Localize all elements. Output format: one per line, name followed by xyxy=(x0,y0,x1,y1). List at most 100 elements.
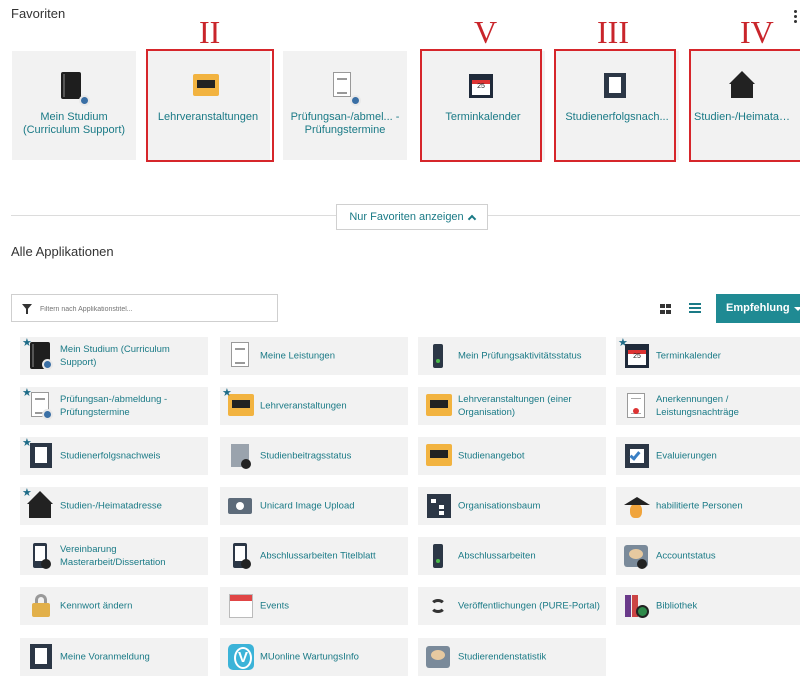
app-events[interactable]: Events xyxy=(220,587,408,625)
annotation-label: III xyxy=(597,14,629,50)
app-label: Meine Voranmeldung xyxy=(60,651,150,663)
only-favorites-button[interactable]: Nur Favoriten anzeigen xyxy=(336,204,488,230)
lock-icon xyxy=(26,591,54,621)
filter-input[interactable] xyxy=(40,301,270,317)
annotation-box xyxy=(689,49,800,162)
only-favorites-label: Nur Favoriten anzeigen xyxy=(349,211,464,223)
app-label: Studierendenstatistik xyxy=(458,651,547,663)
app-studienbeitragsstatus[interactable]: Studienbeitragsstatus xyxy=(220,437,408,475)
app-terminkalender[interactable]: 25 ★ Terminkalender xyxy=(616,337,800,375)
thesis-icon xyxy=(424,541,452,571)
annotation-label: II xyxy=(199,14,221,50)
camera-icon xyxy=(226,491,254,521)
muonline-icon xyxy=(226,642,254,672)
app-label: Studienangebot xyxy=(458,450,525,462)
app-abschlussarbeiten[interactable]: Abschlussarbeiten xyxy=(418,537,606,575)
app-evaluierungen[interactable]: Evaluierungen xyxy=(616,437,800,475)
favorite-star-icon[interactable]: ★ xyxy=(22,488,32,499)
sort-label: Empfehlung xyxy=(726,302,790,314)
app-abschlussarbeiten-titelblatt[interactable]: Abschlussarbeiten Titelblatt xyxy=(220,537,408,575)
app-label: Evaluierungen xyxy=(656,450,717,462)
app-label: Studien-/Heimatadresse xyxy=(60,500,162,512)
title-page-icon xyxy=(226,541,254,571)
app-vereinbarung-masterarbeit[interactable]: Vereinbarung Masterarbeit/Dissertation xyxy=(20,537,208,575)
app-muonline-wartungsinfo[interactable]: MUonline WartungsInfo xyxy=(220,638,408,676)
favorites-title: Favoriten xyxy=(11,6,66,21)
favorite-star-icon[interactable]: ★ xyxy=(618,338,628,349)
app-heimatadresse[interactable]: ★ Studien-/Heimatadresse xyxy=(20,487,208,525)
app-kennwort-aendern[interactable]: Kennwort ändern xyxy=(20,587,208,625)
library-icon xyxy=(622,591,650,621)
favorite-star-icon[interactable]: ★ xyxy=(22,338,32,349)
app-label: Mein Prüfungsaktivitätsstatus xyxy=(458,350,582,362)
grid-view-icon[interactable] xyxy=(660,304,672,315)
app-label: Bibliothek xyxy=(656,600,698,612)
app-studienangebot[interactable]: Studienangebot xyxy=(418,437,606,475)
filter-field[interactable] xyxy=(11,294,278,322)
app-mein-studium[interactable]: ★ Mein Studium (Curriculum Support) xyxy=(20,337,208,375)
app-label: Prüfungsan-/abmeldung - Prüfungstermine xyxy=(60,394,168,418)
app-lehrveranstaltungen-organisation[interactable]: Lehrveranstaltungen (einer Organisation) xyxy=(418,387,606,425)
app-label: Meine Leistungen xyxy=(260,350,335,362)
account-icon xyxy=(622,541,650,571)
app-label: Abschlussarbeiten xyxy=(458,550,536,562)
app-pruefungsaktivitaetsstatus[interactable]: Mein Prüfungsaktivitätsstatus xyxy=(418,337,606,375)
publications-icon xyxy=(424,591,452,621)
app-label: Mein Studium (Curriculum Support) xyxy=(60,344,170,368)
app-meine-voranmeldung[interactable]: Meine Voranmeldung xyxy=(20,638,208,676)
app-meine-leistungen[interactable]: Meine Leistungen xyxy=(220,337,408,375)
org-tree-icon xyxy=(424,491,452,521)
annotation-box xyxy=(146,49,274,162)
app-label: Studienbeitragsstatus xyxy=(260,450,352,462)
sort-dropdown[interactable]: Empfehlung xyxy=(716,294,800,323)
annotation-box xyxy=(420,49,542,162)
app-label: Veröffentlichungen (PURE-Portal) xyxy=(458,600,600,612)
all-apps-title: Alle Applikationen xyxy=(11,244,114,259)
traffic-light-icon xyxy=(424,341,452,371)
graduate-icon xyxy=(622,491,650,521)
book-gear-icon xyxy=(57,71,91,107)
favorite-star-icon[interactable]: ★ xyxy=(22,438,32,449)
book-icon xyxy=(424,441,452,471)
app-label: Unicard Image Upload xyxy=(260,500,355,512)
app-veroeffentlichungen[interactable]: Veröffentlichungen (PURE-Portal) xyxy=(418,587,606,625)
app-label: habilitierte Personen xyxy=(656,500,743,512)
app-label: Kennwort ändern xyxy=(60,600,133,612)
blackboard-icon xyxy=(424,391,452,421)
certificate-icon xyxy=(622,391,650,421)
preregistration-icon xyxy=(26,642,54,672)
favorite-star-icon[interactable]: ★ xyxy=(22,388,32,399)
annotation-label: V xyxy=(474,14,498,50)
app-label: Lehrveranstaltungen (einer Organisation) xyxy=(458,394,572,418)
app-habilitierte-personen[interactable]: habilitierte Personen xyxy=(616,487,800,525)
app-label: Events xyxy=(260,600,290,612)
app-pruefungsanmeldung[interactable]: ★ Prüfungsan-/abmeldung - Prüfungstermin… xyxy=(20,387,208,425)
app-label: Anerkennungen / Leistungsnachträge xyxy=(656,394,739,418)
chevron-up-icon xyxy=(467,214,476,224)
app-studierendenstatistik[interactable]: Studierendenstatistik xyxy=(418,638,606,676)
app-unicard-upload[interactable]: Unicard Image Upload xyxy=(220,487,408,525)
exam-sheet-icon xyxy=(226,341,254,371)
list-view-icon[interactable] xyxy=(689,303,701,315)
app-accountstatus[interactable]: Accountstatus xyxy=(616,537,800,575)
annotation-box xyxy=(554,49,676,162)
app-label: MUonline WartungsInfo xyxy=(260,651,359,663)
filter-icon xyxy=(22,304,32,314)
app-label: Studienerfolgsnachweis xyxy=(60,450,161,462)
app-organisationsbaum[interactable]: Organisationsbaum xyxy=(418,487,606,525)
favorite-tile-pruefungsanmeldung[interactable]: Prüfungsan-/abmel... - Prüfungstermine xyxy=(283,51,407,160)
app-studienerfolgsnachweis[interactable]: ★ Studienerfolgsnachweis xyxy=(20,437,208,475)
exam-sheet-icon xyxy=(328,71,362,107)
events-icon xyxy=(226,591,254,621)
app-bibliothek[interactable]: Bibliothek xyxy=(616,587,800,625)
app-label: Accountstatus xyxy=(656,550,716,562)
more-options-icon[interactable] xyxy=(794,10,798,24)
calendar-day: 25 xyxy=(477,83,485,90)
favorite-tile-label: Prüfungsan-/abmel... - Prüfungstermine xyxy=(290,111,400,136)
app-anerkennungen[interactable]: Anerkennungen / Leistungsnachträge xyxy=(616,387,800,425)
app-label: Vereinbarung Masterarbeit/Dissertation xyxy=(60,544,166,568)
favorite-tile-mein-studium[interactable]: Mein Studium (Curriculum Support) xyxy=(12,51,136,160)
app-lehrveranstaltungen[interactable]: ★ Lehrveranstaltungen xyxy=(220,387,408,425)
app-label: Terminkalender xyxy=(656,350,721,362)
favorite-star-icon[interactable]: ★ xyxy=(222,388,232,399)
